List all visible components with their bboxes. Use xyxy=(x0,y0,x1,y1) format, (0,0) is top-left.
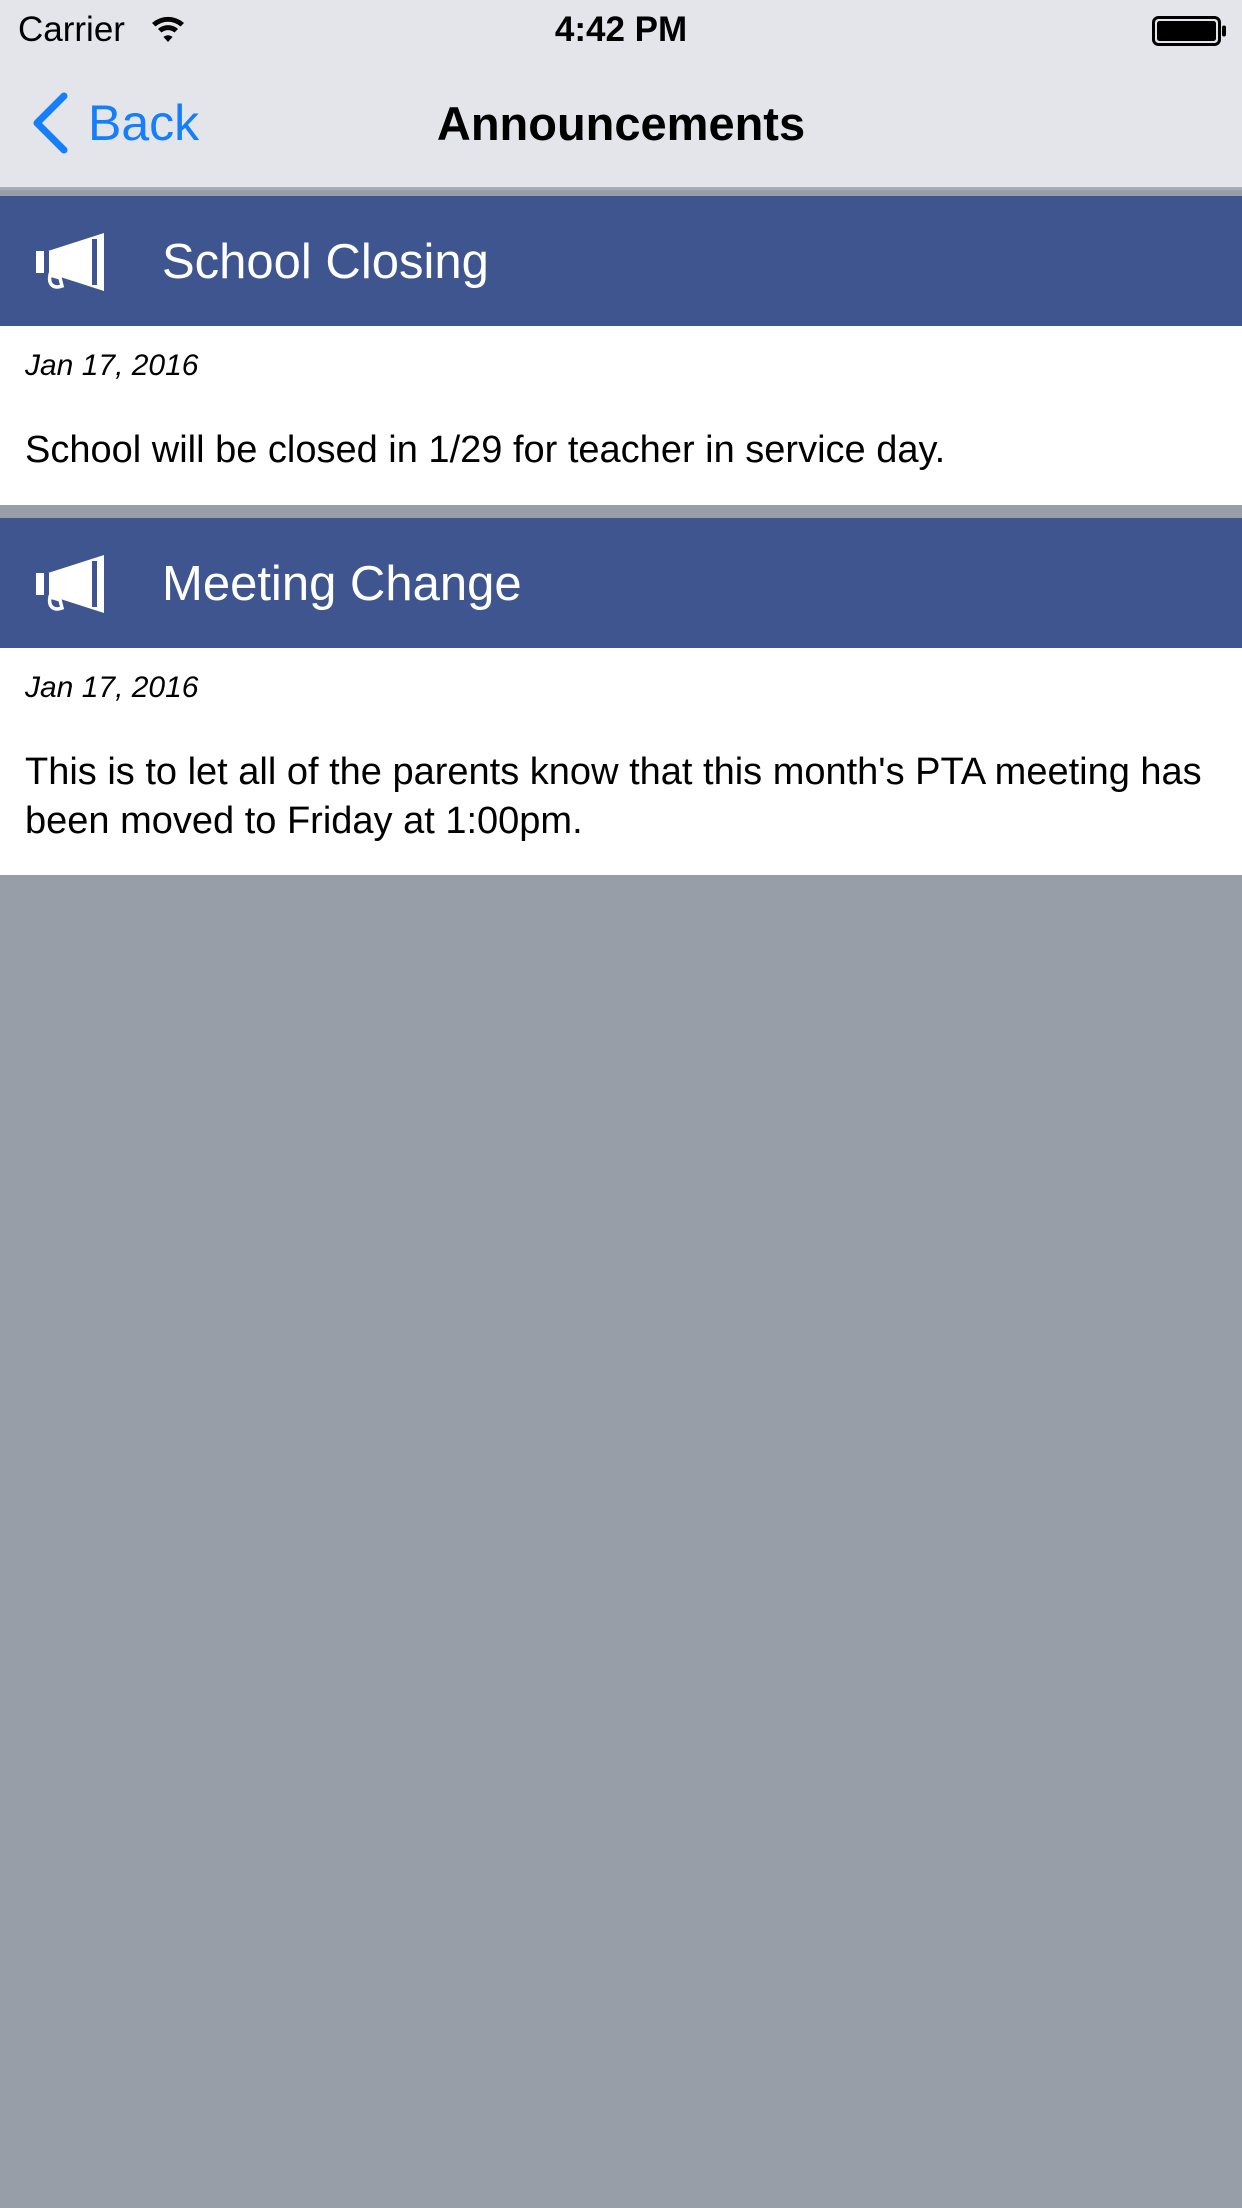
announcement-text: This is to let all of the parents know t… xyxy=(25,751,1202,842)
announcement-header[interactable]: School Closing xyxy=(0,196,1242,326)
announcement-title: School Closing xyxy=(162,235,489,289)
page-title: Announcements xyxy=(436,97,806,150)
battery-icon xyxy=(1152,16,1226,46)
status-bar: Carrier 4:42 PM xyxy=(0,0,1242,60)
announcement-body: Jan 17, 2016 School will be closed in 1/… xyxy=(0,326,1242,505)
megaphone-icon xyxy=(36,233,104,291)
navigation-bar: Back Announcements xyxy=(0,60,1242,190)
status-time: 4:42 PM xyxy=(554,10,688,49)
announcement-date: Jan 17, 2016 xyxy=(25,349,199,382)
announcement-card[interactable]: Meeting Change Jan 17, 2016 This is to l… xyxy=(0,518,1242,875)
announcement-body: Jan 17, 2016 This is to let all of the p… xyxy=(0,648,1242,875)
announcement-title: Meeting Change xyxy=(162,557,522,611)
announcement-header[interactable]: Meeting Change xyxy=(0,518,1242,648)
megaphone-icon xyxy=(36,555,104,613)
announcement-card[interactable]: School Closing Jan 17, 2016 School will … xyxy=(0,196,1242,505)
section-divider xyxy=(0,505,1242,518)
announcement-text: School will be closed in 1/29 for teache… xyxy=(25,429,946,471)
announcement-date: Jan 17, 2016 xyxy=(25,671,199,704)
